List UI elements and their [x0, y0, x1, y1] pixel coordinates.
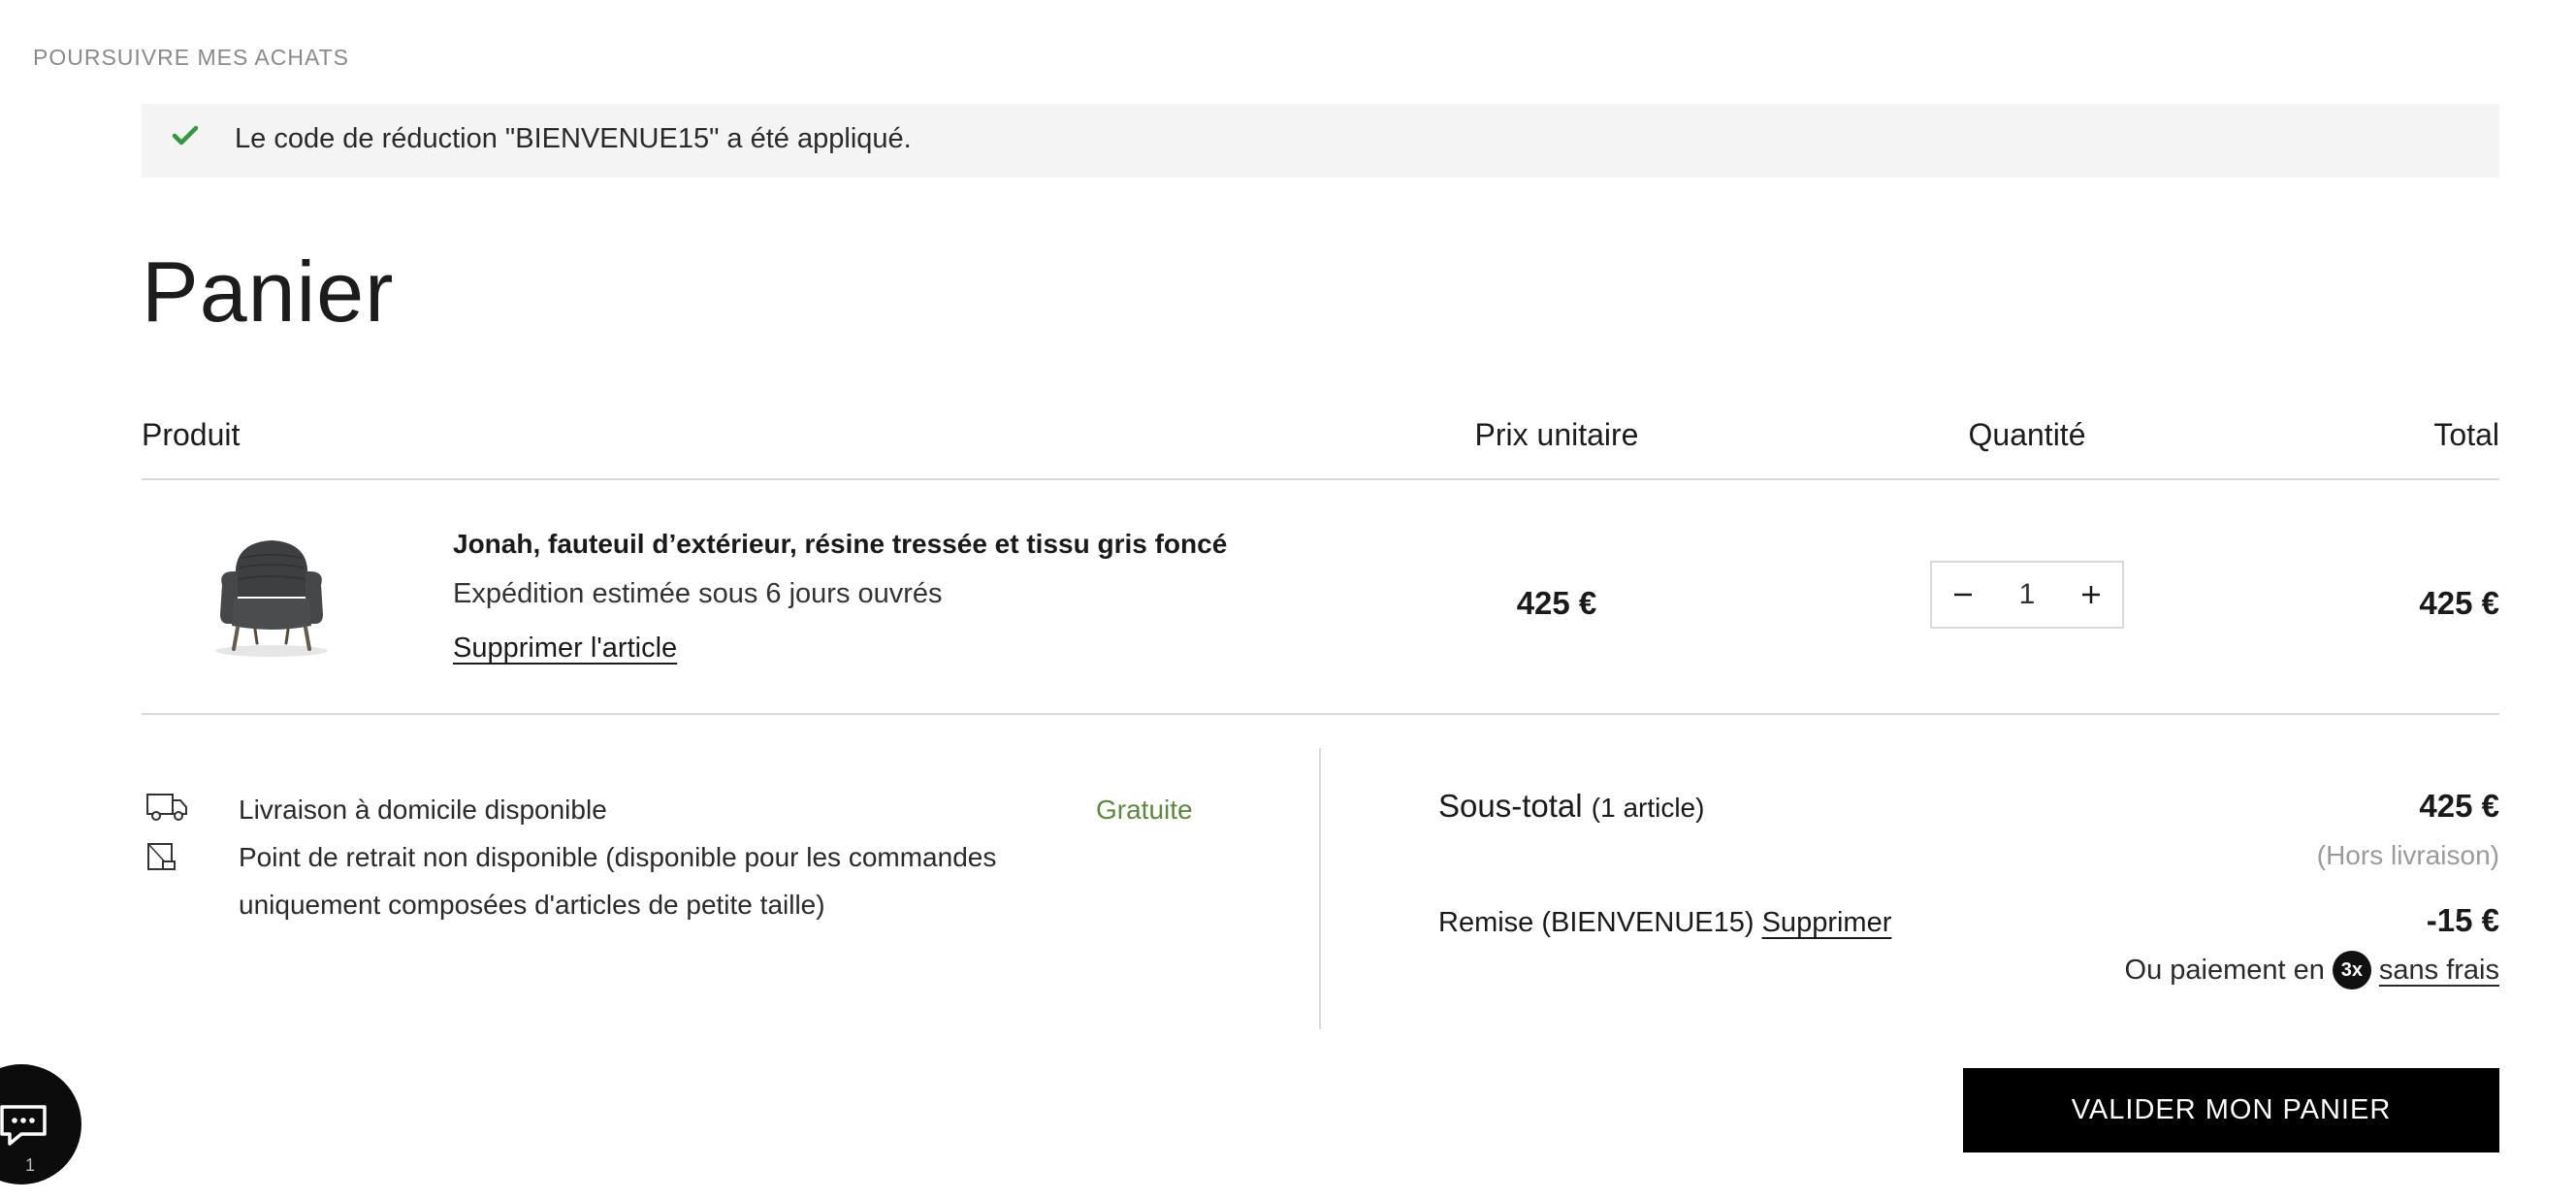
unit-price: 425 €	[1516, 585, 1597, 621]
pickup-point-icon	[147, 843, 176, 870]
installment-payment-line: Ou paiement en 3x sans frais	[2125, 951, 2499, 990]
decrease-quantity-button[interactable]	[1932, 563, 1994, 627]
discount-value: -15 €	[2426, 902, 2499, 938]
truck-icon	[146, 794, 187, 821]
check-icon	[172, 125, 199, 146]
home-delivery-price: Gratuite	[1096, 795, 1193, 825]
installment-prefix: Ou paiement en	[2124, 954, 2325, 986]
chat-icon	[0, 1105, 47, 1146]
chat-notification-count: 1	[25, 1155, 36, 1175]
column-header-quantite: Quantité	[1968, 417, 2086, 452]
vertical-divider	[1319, 748, 1321, 1029]
divider	[142, 713, 2499, 715]
quantity-stepper: 1	[1930, 561, 2124, 629]
column-header-produit: Produit	[142, 417, 241, 452]
chat-button[interactable]: 1	[0, 1064, 81, 1185]
subtotal-label: Sous-total (1 article)	[1438, 788, 1704, 825]
page-title: Panier	[142, 243, 395, 340]
column-header-total: Total	[2433, 417, 2499, 452]
pickup-point-text: Point de retrait non disponible (disponi…	[239, 842, 997, 920]
increase-quantity-button[interactable]	[2060, 563, 2122, 627]
minus-icon	[1954, 593, 1972, 597]
line-total: 425 €	[2419, 585, 2499, 621]
installment-info-link[interactable]: sans frais	[2379, 955, 2499, 987]
home-delivery-text: Livraison à domicile disponible	[239, 795, 607, 825]
subtotal-value: 425 €	[2419, 788, 2499, 824]
discount-notice-text: Le code de réduction "BIENVENUE15" a été…	[235, 123, 912, 154]
remove-item-link[interactable]: Supprimer l'article	[453, 633, 677, 665]
quantity-value[interactable]: 1	[2019, 578, 2036, 611]
discount-label-text: Remise (BIENVENUE15)	[1438, 907, 1755, 938]
continue-shopping-link[interactable]: POURSUIVRE MES ACHATS	[33, 45, 349, 71]
subtotal-label-text: Sous-total	[1438, 788, 1583, 824]
plus-icon	[2082, 586, 2100, 603]
installment-3x-badge: 3x	[2332, 951, 2371, 990]
remove-discount-link[interactable]: Supprimer	[1762, 907, 1892, 938]
cart-page: POURSUIVRE MES ACHATS Le code de réducti…	[0, 0, 2576, 1201]
validate-cart-button[interactable]: VALIDER MON PANIER	[1963, 1068, 2499, 1152]
discount-label: Remise (BIENVENUE15) Supprimer	[1438, 907, 1891, 939]
excluding-shipping-note: (Hors livraison)	[2316, 840, 2499, 870]
column-header-prix-unitaire: Prix unitaire	[1474, 417, 1639, 452]
product-image[interactable]	[199, 529, 344, 665]
subtotal-item-count: (1 article)	[1591, 793, 1705, 823]
product-shipping-estimate: Expédition estimée sous 6 jours ouvrés	[453, 578, 943, 609]
divider	[142, 478, 2499, 480]
discount-notice: Le code de réduction "BIENVENUE15" a été…	[142, 104, 2499, 178]
product-name[interactable]: Jonah, fauteuil d’extérieur, résine tres…	[453, 529, 1227, 560]
